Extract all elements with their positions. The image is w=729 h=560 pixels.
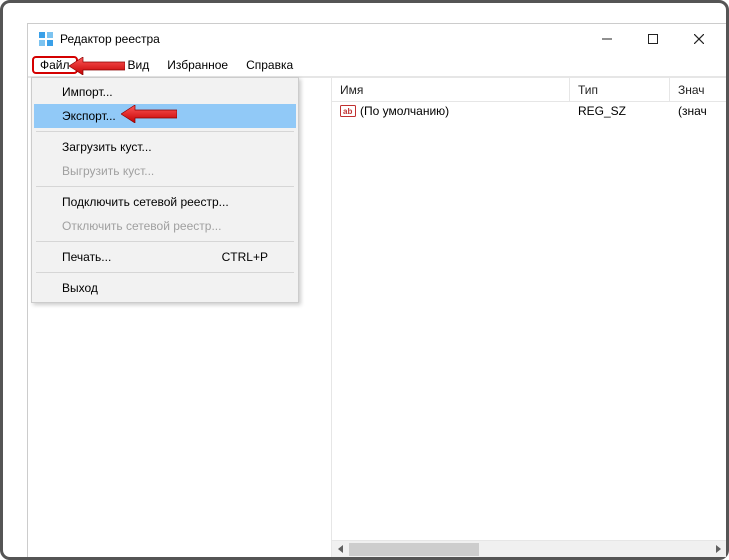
column-header-name[interactable]: Имя [332,78,570,101]
list-pane: Имя Тип Знач ab (По умолчанию) REG_SZ (з… [332,78,726,557]
column-header-type[interactable]: Тип [570,78,670,101]
scroll-left-arrow[interactable] [332,541,349,558]
menu-item-export[interactable]: Экспорт... [34,104,296,128]
menu-separator [36,131,294,132]
maximize-button[interactable] [630,24,676,54]
menubar: Файл Вид Избранное Справка [28,54,726,76]
menu-item-disconnect-network: Отключить сетевой реестр... [34,214,296,238]
list-header: Имя Тип Знач [332,78,726,102]
menu-file[interactable]: Файл [32,56,78,74]
close-button[interactable] [676,24,722,54]
scroll-right-arrow[interactable] [709,541,726,558]
menu-item-import[interactable]: Импорт... [34,80,296,104]
menu-favorites[interactable]: Избранное [159,56,236,74]
scroll-thumb[interactable] [349,543,479,556]
menu-separator [36,272,294,273]
titlebar: Редактор реестра [28,24,726,54]
menu-separator [36,186,294,187]
menu-item-exit[interactable]: Выход [34,276,296,300]
string-value-icon: ab [340,104,356,118]
minimize-button[interactable] [584,24,630,54]
print-shortcut: CTRL+P [202,250,268,264]
window-title: Редактор реестра [60,32,160,46]
app-icon [38,31,54,47]
row-name: (По умолчанию) [360,104,449,118]
list-row[interactable]: ab (По умолчанию) REG_SZ (знач [332,102,726,120]
menu-view[interactable]: Вид [120,56,158,74]
scroll-track[interactable] [349,541,709,558]
menu-item-unload-hive: Выгрузить куст... [34,159,296,183]
column-header-value[interactable]: Знач [670,78,726,101]
file-menu-dropdown: Импорт... Экспорт... Загрузить куст... В… [31,77,299,303]
menu-item-print[interactable]: Печать... CTRL+P [34,245,296,269]
row-type: REG_SZ [570,104,670,118]
menu-item-connect-network[interactable]: Подключить сетевой реестр... [34,190,296,214]
menu-item-load-hive[interactable]: Загрузить куст... [34,135,296,159]
menu-separator [36,241,294,242]
svg-text:ab: ab [343,107,352,116]
horizontal-scrollbar[interactable] [332,540,726,557]
menu-help[interactable]: Справка [238,56,301,74]
row-value: (знач [670,104,726,118]
